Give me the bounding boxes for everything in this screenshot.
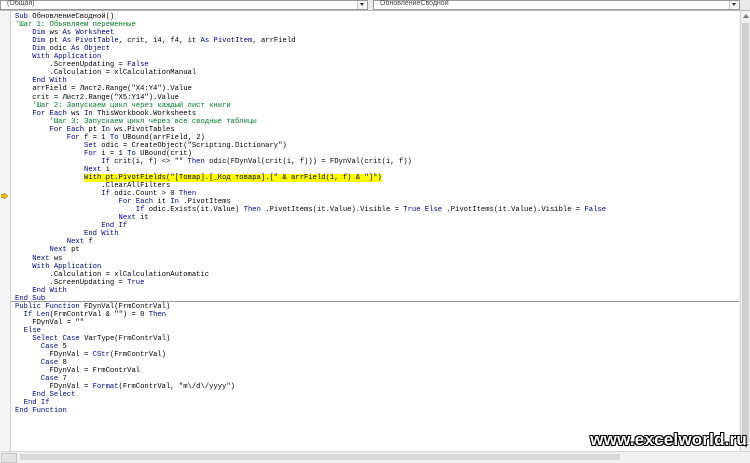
code-editor[interactable]: Sub ОбновлениеСводной() 'Шаг 1: Объявляем…	[11, 11, 739, 451]
horizontal-scrollbar[interactable]	[0, 451, 750, 463]
scrollbar-thumb[interactable]	[742, 23, 749, 443]
vertical-scrollbar[interactable]	[740, 11, 750, 451]
code-line[interactable]: End Function	[15, 406, 67, 416]
procedure-combo[interactable]: ОбновлениеСводной	[373, 0, 740, 10]
scroll-up-icon[interactable]	[743, 14, 749, 18]
module-header-bar: (Общая) ОбновлениеСводной	[0, 0, 750, 11]
scrollbar-thumb[interactable]	[20, 454, 620, 460]
object-combo[interactable]: (Общая)	[0, 0, 368, 10]
watermark: www.excelworld.ru	[590, 430, 747, 449]
procedure-combo-value: ОбновлениеСводной	[380, 0, 449, 7]
object-combo-value: (Общая)	[7, 0, 35, 7]
margin-indicator-bar[interactable]	[0, 11, 11, 451]
chevron-down-icon[interactable]	[357, 1, 367, 9]
chevron-down-icon[interactable]	[729, 1, 739, 9]
execution-arrow-icon	[1, 193, 8, 199]
